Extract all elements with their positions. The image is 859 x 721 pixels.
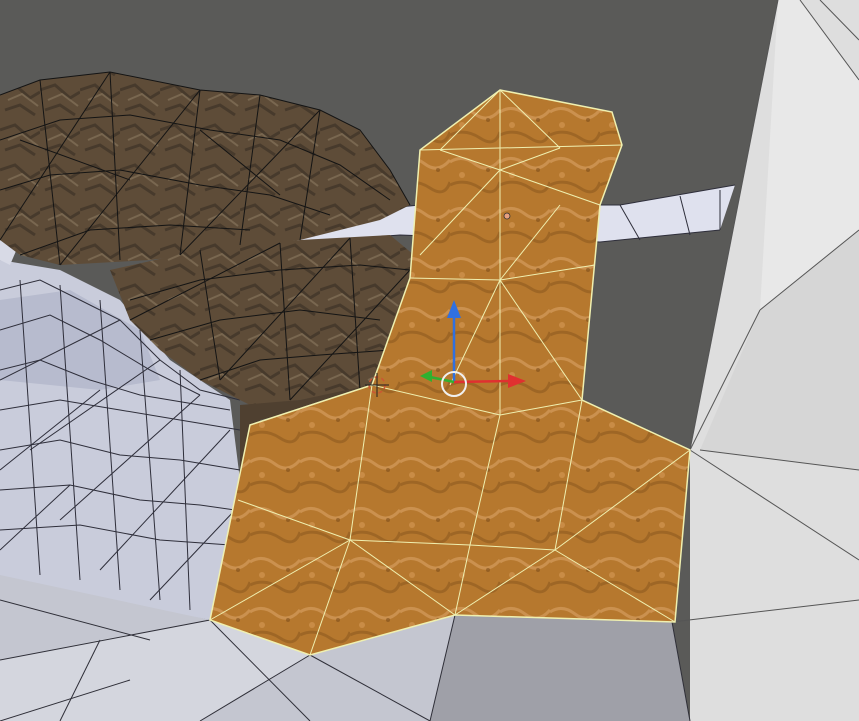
3d-viewport[interactable]	[0, 0, 859, 721]
vertex-dot[interactable]	[503, 212, 511, 220]
